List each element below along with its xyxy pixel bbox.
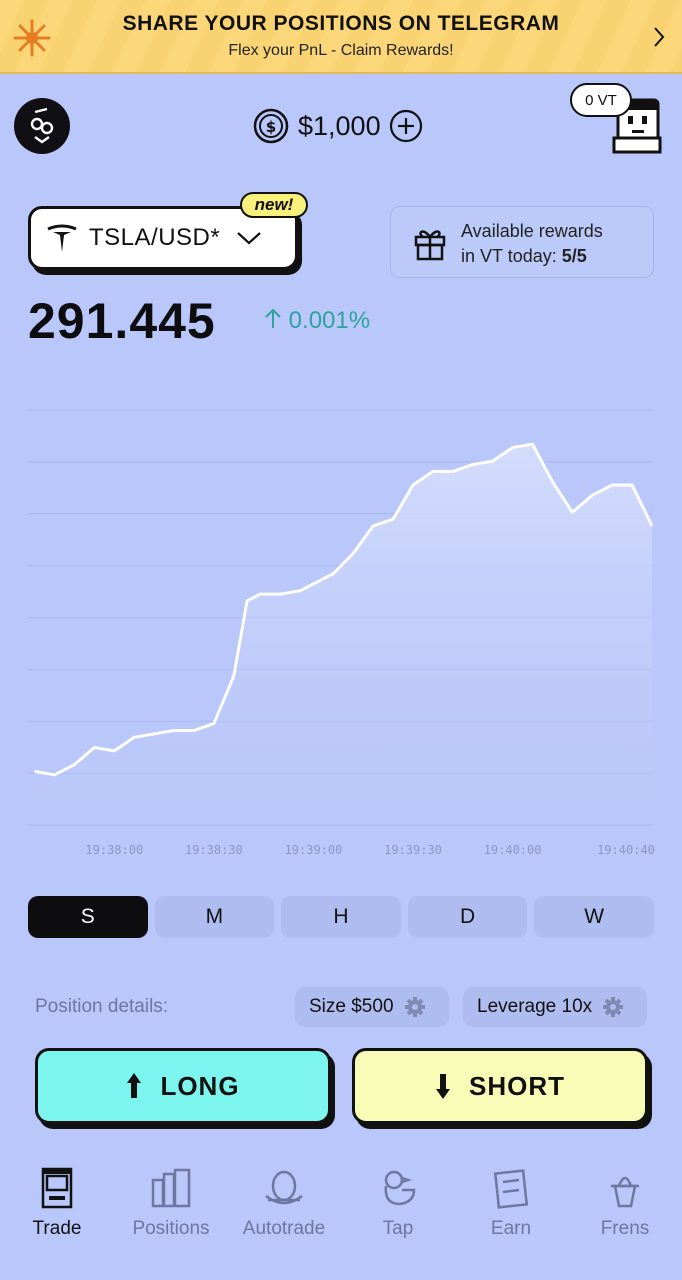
rewards-line-2-prefix: in VT today: bbox=[461, 246, 562, 266]
bottom-nav: Trade Positions Autotrade Tap Earn Frens bbox=[0, 1158, 682, 1258]
banner-title: SHARE YOUR POSITIONS ON TELEGRAM bbox=[122, 12, 560, 35]
long-label: LONG bbox=[160, 1070, 240, 1101]
balance-amount: $1,000 bbox=[298, 110, 381, 141]
x-tick-label: 19:40:40 bbox=[597, 843, 655, 857]
nav-earn[interactable]: Earn bbox=[456, 1158, 566, 1240]
x-tick-label: 19:38:30 bbox=[185, 843, 243, 857]
short-button[interactable]: SHORT bbox=[352, 1048, 648, 1124]
tesla-logo-icon bbox=[47, 224, 77, 252]
banner-subtitle: Flex your PnL - Claim Rewards! bbox=[228, 42, 454, 59]
nav-trade[interactable]: Trade bbox=[2, 1158, 112, 1240]
nav-frens[interactable]: Frens bbox=[570, 1158, 680, 1240]
position-details-label: Position details: bbox=[35, 996, 169, 1017]
chevron-right-icon[interactable] bbox=[652, 24, 666, 50]
rewards-line-2: in VT today: 5/5 bbox=[461, 244, 603, 269]
gear-icon bbox=[603, 997, 624, 1017]
short-label: SHORT bbox=[469, 1070, 565, 1101]
timeframe-s[interactable]: S bbox=[28, 896, 148, 938]
long-button[interactable]: LONG bbox=[35, 1048, 331, 1124]
current-price: 291.445 bbox=[28, 293, 216, 349]
rewards-line-1: Available rewards bbox=[461, 221, 603, 241]
pair-symbol: TSLA/USD* bbox=[89, 224, 221, 251]
price-change: 0.001% bbox=[264, 306, 370, 335]
arrow-down-icon bbox=[436, 1074, 450, 1099]
timeframe-d[interactable]: D bbox=[407, 896, 528, 938]
nest-egg-icon bbox=[265, 1170, 303, 1205]
logo-mark-icon bbox=[30, 107, 54, 144]
coin-icon: $ bbox=[253, 108, 289, 144]
timeframe-h[interactable]: H bbox=[281, 896, 401, 938]
nav-trade-label: Trade bbox=[32, 1218, 82, 1239]
nav-tap-label: Tap bbox=[382, 1218, 414, 1239]
x-tick-label: 19:39:30 bbox=[384, 843, 442, 857]
nav-positions-label: Positions bbox=[132, 1218, 210, 1239]
price-chart[interactable]: 19:38:00 19:38:30 19:39:00 19:39:30 19:40:00… bbox=[0, 380, 682, 860]
timeframe-selector: SMHDW bbox=[28, 896, 654, 938]
add-funds-icon[interactable] bbox=[389, 109, 423, 143]
arrow-up-icon bbox=[127, 1073, 142, 1098]
telegram-share-banner[interactable]: SHARE YOUR POSITIONS ON TELEGRAM Flex yo… bbox=[0, 0, 682, 74]
nav-autotrade[interactable]: Autotrade bbox=[229, 1158, 339, 1240]
wallet-balance: $ $1,000 bbox=[252, 106, 423, 146]
gear-icon bbox=[404, 997, 425, 1017]
x-tick-label: 19:39:00 bbox=[285, 843, 343, 857]
size-value: Size $500 bbox=[309, 996, 394, 1017]
bird-icon bbox=[384, 1170, 416, 1206]
notepad-icon bbox=[493, 1169, 529, 1209]
nav-frens-label: Frens bbox=[600, 1218, 650, 1239]
app-logo[interactable] bbox=[14, 98, 70, 154]
rewards-card[interactable]: Available rewards in VT today: 5/5 bbox=[390, 206, 654, 278]
new-badge: new! bbox=[240, 192, 308, 218]
hat-icon bbox=[611, 1176, 639, 1208]
timeframe-w[interactable]: W bbox=[534, 896, 654, 938]
leverage-value: Leverage 10x bbox=[477, 996, 593, 1017]
vt-balance-badge: 0 VT bbox=[570, 83, 632, 117]
price-area bbox=[34, 444, 653, 825]
svg-text:$: $ bbox=[266, 118, 276, 136]
gift-icon bbox=[414, 230, 446, 261]
arrow-up-icon bbox=[265, 308, 281, 328]
nav-earn-label: Earn bbox=[490, 1218, 532, 1239]
x-tick-label: 19:38:00 bbox=[85, 843, 143, 857]
x-tick-label: 19:40:00 bbox=[484, 843, 542, 857]
leverage-setting[interactable]: Leverage 10x bbox=[463, 987, 647, 1027]
rewards-count: 5/5 bbox=[561, 246, 587, 266]
price-change-value: 0.001% bbox=[288, 307, 371, 334]
timeframe-m[interactable]: M bbox=[154, 896, 275, 938]
arcade-icon bbox=[41, 1167, 73, 1209]
folders-icon bbox=[151, 1168, 191, 1208]
nav-autotrade-label: Autotrade bbox=[242, 1218, 326, 1239]
size-setting[interactable]: Size $500 bbox=[295, 987, 449, 1027]
nav-positions[interactable]: Positions bbox=[116, 1158, 226, 1240]
chevron-down-icon bbox=[237, 232, 261, 245]
nav-tap[interactable]: Tap bbox=[343, 1158, 453, 1240]
